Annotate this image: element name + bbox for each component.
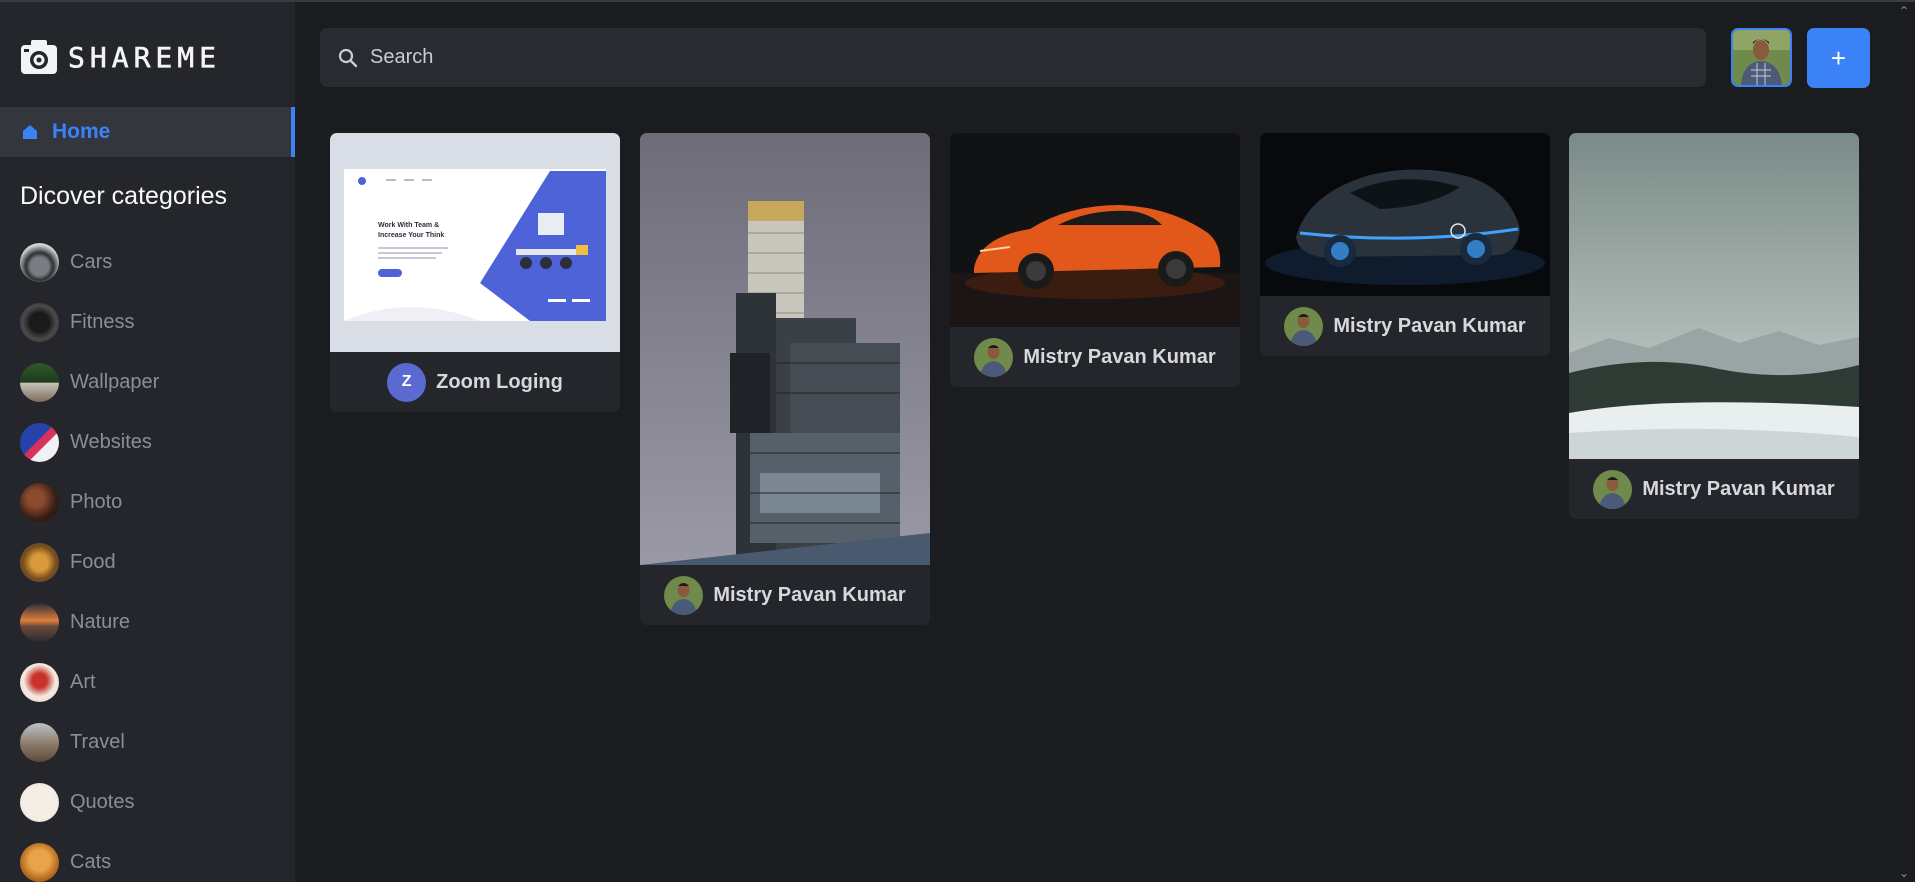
- pin-author[interactable]: Mistry Pavan Kumar: [640, 565, 930, 625]
- mockup-headline-2: Increase Your Think: [378, 232, 444, 239]
- avatar: [1733, 30, 1790, 85]
- category-label: Travel: [70, 730, 125, 753]
- category-label: Food: [70, 550, 116, 573]
- websites-thumb: [20, 422, 59, 462]
- scroll-down-icon[interactable]: ⌄: [1899, 866, 1909, 880]
- sidebar-item-label: Home: [52, 120, 111, 143]
- search-input[interactable]: [370, 46, 1670, 69]
- cars-thumb: [20, 242, 59, 282]
- category-item-art[interactable]: Art: [20, 652, 159, 712]
- pin-author[interactable]: Mistry Pavan Kumar: [950, 327, 1240, 387]
- pin-author[interactable]: Mistry Pavan Kumar: [1260, 296, 1550, 356]
- author-avatar: Z: [387, 362, 427, 402]
- user-avatar-button[interactable]: [1731, 28, 1792, 87]
- category-label: Fitness: [70, 310, 135, 333]
- wallpaper-thumb: [20, 362, 59, 402]
- category-label: Websites: [70, 430, 152, 453]
- category-label: Art: [70, 670, 96, 693]
- pin-card[interactable]: Mistry Pavan Kumar: [640, 133, 930, 625]
- photo-thumb: [20, 482, 59, 522]
- app-logo[interactable]: SHAREME: [20, 38, 221, 76]
- category-item-nature[interactable]: Nature: [20, 592, 159, 652]
- search-icon: [338, 48, 358, 67]
- categories-heading: Dicover categories: [20, 182, 228, 210]
- fitness-thumb: [20, 302, 59, 342]
- skyscraper-image: [640, 133, 930, 565]
- pin-card[interactable]: Work With Team & Increase Your Think Z Z…: [330, 133, 620, 412]
- concept-car-image: [1260, 133, 1550, 296]
- sidebar: SHAREME Home Dicover categories Cars Fit…: [0, 2, 295, 882]
- category-item-cats[interactable]: Cats: [20, 832, 159, 882]
- author-name: Zoom Loging: [436, 370, 563, 393]
- author-avatar: [1593, 469, 1633, 509]
- nature-thumb: [20, 602, 59, 642]
- category-item-quotes[interactable]: Quotes: [20, 772, 159, 832]
- travel-thumb: [20, 722, 59, 762]
- category-item-photo[interactable]: Photo: [20, 472, 159, 532]
- food-thumb: [20, 542, 59, 582]
- author-avatar: [1284, 306, 1324, 346]
- category-label: Wallpaper: [70, 370, 160, 393]
- category-item-fitness[interactable]: Fitness: [20, 292, 159, 352]
- category-label: Cats: [70, 850, 112, 873]
- page-scrollbar[interactable]: ⌃ ⌄: [1895, 2, 1915, 882]
- category-list: Cars Fitness Wallpaper Websites Photo Fo…: [20, 232, 159, 882]
- category-item-wallpaper[interactable]: Wallpaper: [20, 352, 159, 412]
- mockup-headline-1: Work With Team &: [378, 222, 439, 229]
- category-item-food[interactable]: Food: [20, 532, 159, 592]
- author-name: Mistry Pavan Kumar: [1333, 314, 1526, 337]
- category-item-cars[interactable]: Cars: [20, 232, 159, 292]
- camera-icon: [21, 40, 57, 74]
- category-label: Cars: [70, 250, 113, 273]
- category-label: Nature: [70, 610, 131, 633]
- snowy-landscape-image: [1569, 133, 1859, 459]
- author-name: Mistry Pavan Kumar: [1023, 345, 1216, 368]
- author-avatar: [974, 337, 1014, 377]
- website-mockup-image: Work With Team & Increase Your Think: [330, 133, 620, 352]
- author-avatar: [664, 575, 704, 615]
- scroll-up-icon[interactable]: ⌃: [1899, 4, 1909, 18]
- category-item-travel[interactable]: Travel: [20, 712, 159, 772]
- art-thumb: [20, 662, 59, 702]
- cats-thumb: [20, 842, 59, 882]
- home-icon: [23, 125, 37, 139]
- logo-text: SHAREME: [68, 40, 222, 74]
- category-label: Quotes: [70, 790, 135, 813]
- category-label: Photo: [70, 490, 123, 513]
- search-bar[interactable]: [320, 28, 1706, 87]
- pin-card[interactable]: Mistry Pavan Kumar: [950, 133, 1240, 387]
- author-name: Mistry Pavan Kumar: [1642, 477, 1835, 500]
- pin-card[interactable]: Mistry Pavan Kumar: [1569, 133, 1859, 519]
- add-pin-button[interactable]: +: [1807, 28, 1870, 88]
- orange-sports-car-image: [950, 133, 1240, 327]
- author-name: Mistry Pavan Kumar: [713, 583, 906, 606]
- category-item-websites[interactable]: Websites: [20, 412, 159, 472]
- pin-card[interactable]: Mistry Pavan Kumar: [1260, 133, 1550, 356]
- pin-author[interactable]: Mistry Pavan Kumar: [1569, 459, 1859, 519]
- sidebar-item-home[interactable]: Home: [0, 107, 295, 157]
- quotes-thumb: [20, 782, 59, 822]
- pin-author[interactable]: Z Zoom Loging: [330, 352, 620, 412]
